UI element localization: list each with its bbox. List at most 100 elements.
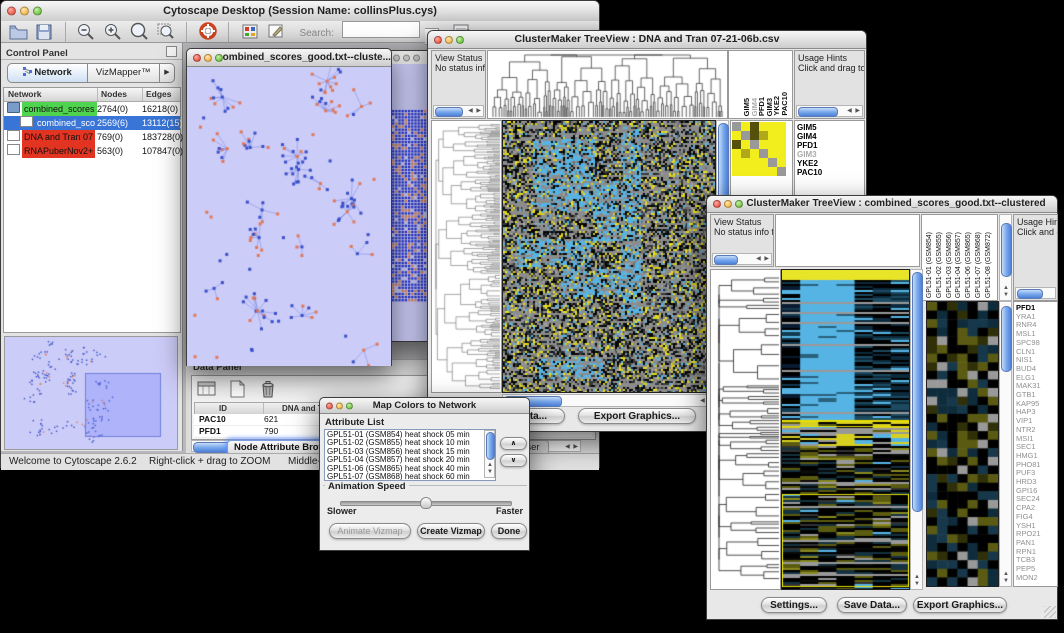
- network-list-item[interactable]: combined_sco2569(6)13112(15): [4, 116, 180, 130]
- export-graphics-button[interactable]: Export Graphics...: [578, 408, 696, 424]
- tv2-heatmap-canvas[interactable]: [782, 270, 909, 589]
- attribute-list-scrollbar[interactable]: ▲▼: [484, 430, 495, 478]
- tv1-zoom-heatmap[interactable]: [732, 122, 786, 176]
- help-lifering-icon[interactable]: [197, 21, 219, 42]
- network-overview-panel[interactable]: [4, 336, 178, 450]
- minimize-button[interactable]: [336, 402, 343, 409]
- zoom-fit-icon[interactable]: [155, 21, 177, 42]
- close-button[interactable]: [7, 7, 16, 16]
- network-view-titlebar[interactable]: combined_scores_good.txt--cluste...: [187, 49, 391, 67]
- network-list-item[interactable]: RNAPuberNov2+563(0)107847(0): [4, 144, 180, 158]
- network-overview-canvas[interactable]: [5, 337, 175, 447]
- delete-attribute-icon[interactable]: [257, 379, 279, 400]
- map-colors-titlebar[interactable]: Map Colors to Network: [320, 398, 529, 414]
- vizmapper-icon[interactable]: [239, 21, 261, 42]
- zoom-out-icon[interactable]: [75, 21, 97, 42]
- move-down-button[interactable]: ∨: [500, 454, 527, 467]
- window-controls: [7, 7, 42, 16]
- magnify-icon[interactable]: [128, 21, 150, 42]
- toolbar-separator: [228, 22, 229, 42]
- annotation-icon[interactable]: [265, 21, 287, 42]
- col-header-edges[interactable]: Edges: [142, 88, 172, 101]
- tab-vizmapper[interactable]: VizMapper™: [88, 63, 160, 83]
- network-edges-count: 13112(15): [142, 116, 182, 130]
- background-network-titlebar[interactable]: [387, 51, 431, 65]
- export-graphics-button[interactable]: Export Graphics...: [913, 597, 1007, 613]
- network-name: DNA and Tran 07: [22, 130, 95, 144]
- minimize-button[interactable]: [204, 54, 212, 62]
- folder-icon: [7, 102, 20, 113]
- zoom-button[interactable]: [215, 54, 223, 62]
- tv1-column-dendrogram[interactable]: [488, 51, 727, 118]
- move-up-button[interactable]: ∧: [500, 437, 527, 450]
- open-folder-icon[interactable]: [7, 21, 29, 42]
- zoom-matrix-cell: [768, 158, 777, 167]
- network-list-item[interactable]: DNA and Tran 07769(0)183728(0): [4, 130, 180, 144]
- resize-grip[interactable]: [1044, 606, 1056, 618]
- minimize-button[interactable]: [445, 36, 453, 44]
- attribute-list[interactable]: GPL51-01 (GSM854) heat shock 05 minGPL51…: [324, 429, 496, 481]
- tab-network[interactable]: Network: [7, 63, 88, 83]
- zoom-matrix-cell: [777, 122, 786, 131]
- zoom-matrix-cell: [732, 131, 741, 140]
- tv2-collabel-scrollbar[interactable]: ▲▼: [999, 214, 1012, 301]
- zoom-matrix-cell: [777, 158, 786, 167]
- grid-network-canvas[interactable]: [391, 109, 429, 305]
- zoom-matrix-cell: [768, 131, 777, 140]
- column-label: GPL51-03 (GSM856): [946, 232, 953, 298]
- save-icon[interactable]: [33, 21, 55, 42]
- zoom-button[interactable]: [346, 402, 353, 409]
- tv1-heatmap-canvas[interactable]: [503, 121, 715, 392]
- treeview-combined-titlebar[interactable]: ClusterMaker TreeView : combined_scores_…: [707, 196, 1057, 213]
- attribute-list-item[interactable]: GPL51-07 (GSM868) heat shock 60 min: [327, 473, 495, 481]
- datapanel-col-id[interactable]: ID: [219, 403, 227, 414]
- main-titlebar[interactable]: Cytoscape Desktop (Session Name: collins…: [1, 1, 599, 22]
- network-graph-canvas[interactable]: [187, 67, 391, 366]
- tv2-status-scrollbar[interactable]: ◀ ▶: [712, 253, 772, 265]
- animate-vizmap-button[interactable]: Animate Vizmap: [329, 523, 411, 539]
- search-input[interactable]: [342, 21, 420, 38]
- create-vizmap-button[interactable]: Create Vizmap: [417, 523, 485, 539]
- float-panel-icon[interactable]: [166, 46, 177, 57]
- network-name: RNAPuberNov2+: [22, 144, 95, 158]
- slider-thumb[interactable]: [420, 497, 432, 509]
- close-button[interactable]: [713, 200, 721, 208]
- zoom-matrix-cell: [732, 158, 741, 167]
- done-button[interactable]: Done: [491, 523, 527, 539]
- minimize-button[interactable]: [403, 54, 410, 61]
- col-header-network[interactable]: Network: [8, 88, 42, 101]
- control-panel: Control Panel Network VizMapper™ ▶ Netwo…: [1, 43, 183, 451]
- tv1-status-scrollbar[interactable]: ◀ ▶: [433, 105, 484, 117]
- tv1-row-dendrogram[interactable]: [432, 121, 501, 392]
- tv2-row-dendrogram[interactable]: [711, 270, 780, 589]
- animation-speed-slider[interactable]: [340, 501, 512, 506]
- col-header-nodes[interactable]: Nodes: [97, 88, 127, 101]
- tab-overflow-arrow[interactable]: ▶: [160, 63, 175, 83]
- zoom-matrix-cell: [741, 167, 750, 176]
- tv2-v-scrollbar[interactable]: ▲▼: [910, 269, 923, 590]
- minimize-button[interactable]: [20, 7, 29, 16]
- settings-button[interactable]: Settings...: [761, 597, 827, 613]
- zoom-button[interactable]: [413, 54, 420, 61]
- new-attribute-icon[interactable]: [226, 379, 248, 400]
- close-button[interactable]: [393, 54, 400, 61]
- zoom-button[interactable]: [735, 200, 743, 208]
- save-data-button[interactable]: Save Data...: [837, 597, 907, 613]
- zoom-matrix-cell: [759, 158, 768, 167]
- network-list-item[interactable]: combined_scores2764(0)16218(0): [4, 102, 180, 116]
- tv2-zoom-heatmap[interactable]: [927, 302, 998, 586]
- minimize-button[interactable]: [724, 200, 732, 208]
- tv2-zoom-scrollbar[interactable]: ▲▼: [999, 301, 1012, 587]
- tv1-hints-scrollbar[interactable]: ◀ ▶: [796, 105, 863, 117]
- tv2-hints-scrollbar[interactable]: [1015, 287, 1056, 299]
- tv2-column-dendrogram[interactable]: [775, 214, 920, 267]
- zoom-in-icon[interactable]: [102, 21, 124, 42]
- zoom-button[interactable]: [33, 7, 42, 16]
- treeview-dna-titlebar[interactable]: ClusterMaker TreeView : DNA and Tran 07-…: [428, 31, 866, 49]
- close-button[interactable]: [326, 402, 333, 409]
- tv1-heatmap-h-scrollbar[interactable]: ◀ ▶: [502, 394, 716, 407]
- attribute-table-icon[interactable]: [196, 379, 218, 400]
- close-button[interactable]: [434, 36, 442, 44]
- zoom-button[interactable]: [456, 36, 464, 44]
- close-button[interactable]: [193, 54, 201, 62]
